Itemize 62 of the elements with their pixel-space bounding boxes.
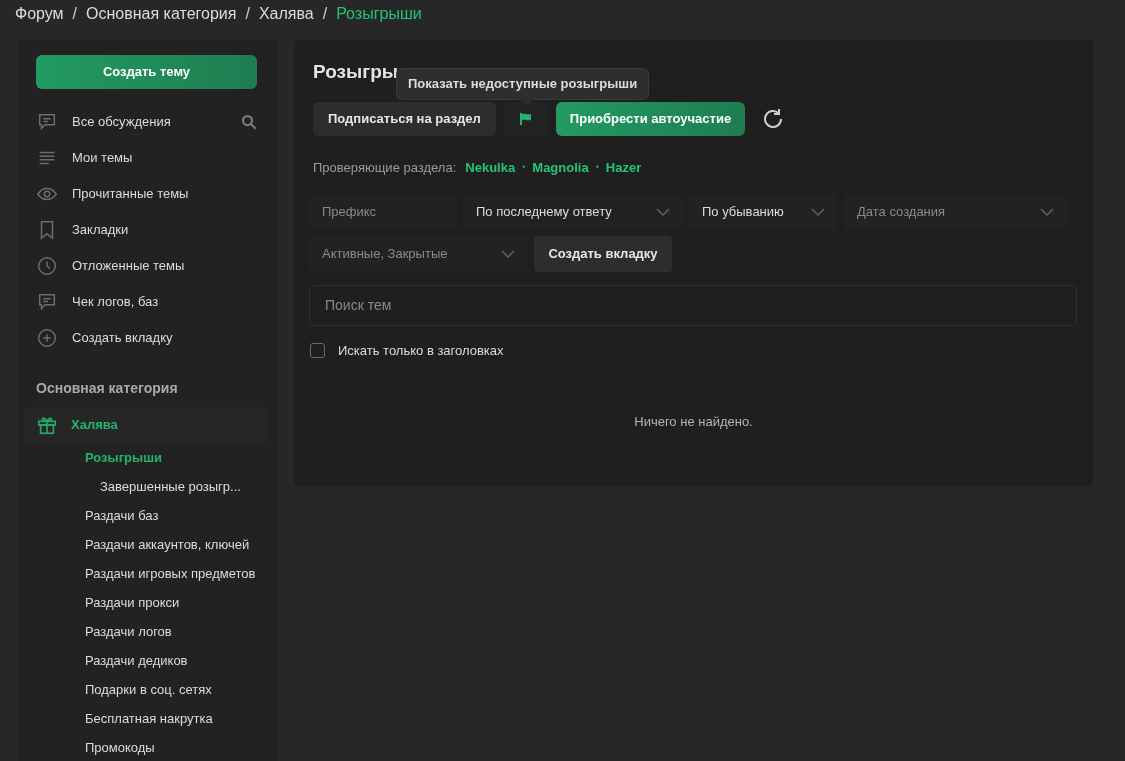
tooltip-pointer bbox=[520, 99, 534, 106]
sidebar-nav-item[interactable]: Отложенные темы bbox=[25, 248, 269, 284]
breadcrumb-separator: / bbox=[245, 4, 250, 24]
nav-item-label: Прочитанные темы bbox=[72, 185, 190, 204]
moderator-link[interactable]: Nekulka bbox=[465, 158, 516, 178]
nav-item-label: Чек логов, баз bbox=[72, 293, 160, 312]
subforum-link[interactable]: Завершенные розыгр... bbox=[25, 472, 269, 501]
create-topic-button[interactable]: Создать тему bbox=[36, 55, 257, 89]
flag-button[interactable] bbox=[503, 102, 548, 136]
moderator-link[interactable]: Hazer bbox=[605, 158, 642, 178]
breadcrumb-link[interactable]: Халява bbox=[258, 2, 314, 26]
sidebar-nav-item[interactable]: Прочитанные темы bbox=[25, 176, 269, 212]
plus-circle-icon bbox=[36, 327, 58, 349]
breadcrumb-link[interactable]: Розыгрыши bbox=[336, 2, 422, 26]
clock-icon bbox=[36, 255, 58, 277]
sidebar-nav-item[interactable]: Закладки bbox=[25, 212, 269, 248]
page-title: Розыгры bbox=[313, 59, 398, 84]
gift-icon bbox=[36, 414, 58, 436]
subforum-link[interactable]: Раздачи логов bbox=[25, 617, 269, 646]
moderator-link[interactable]: Magnolia bbox=[532, 158, 589, 178]
nav-item-label: Мои темы bbox=[72, 149, 134, 168]
chevron-down-icon bbox=[656, 207, 670, 216]
breadcrumb-separator: / bbox=[322, 4, 328, 24]
separator-dot: • bbox=[522, 161, 526, 174]
subforum-link[interactable]: Раздачи игровых предметов bbox=[25, 559, 269, 588]
search-icon[interactable] bbox=[240, 113, 258, 131]
checkbox-label: Искать только в заголовках bbox=[338, 341, 504, 360]
subscribe-button[interactable]: Подписаться на раздел bbox=[313, 102, 496, 136]
moderators-label: Проверяющие раздела: bbox=[313, 159, 457, 177]
tooltip: Показать недоступные розыгрыши bbox=[396, 68, 650, 100]
checkbox[interactable] bbox=[310, 342, 325, 358]
section-title: Основная категория bbox=[36, 379, 179, 398]
category-label: Халява bbox=[71, 416, 118, 435]
nav-item-label: Закладки bbox=[72, 221, 130, 240]
buy-autoparticipation-button[interactable]: Приобрести автоучастие bbox=[555, 102, 746, 136]
subforum-link[interactable]: Раздачи баз bbox=[25, 501, 269, 530]
chevron-down-icon bbox=[501, 249, 515, 258]
subforum-link[interactable]: Промокоды bbox=[25, 733, 269, 761]
sidebar-nav-item[interactable]: Чек логов, баз bbox=[25, 284, 269, 320]
category-item[interactable]: Халява bbox=[25, 407, 269, 443]
subforum-link[interactable]: Подарки в соц. сетях bbox=[25, 675, 269, 704]
sidebar-nav-item[interactable]: Мои темы bbox=[25, 140, 269, 176]
flag-icon bbox=[518, 112, 533, 126]
chevron-down-icon bbox=[811, 207, 825, 216]
breadcrumb-separator: / bbox=[72, 4, 78, 24]
subforum-link[interactable]: Раздачи дедиков bbox=[25, 646, 269, 675]
breadcrumb-link[interactable]: Форум bbox=[15, 2, 64, 26]
breadcrumb-link[interactable]: Основная категория bbox=[86, 2, 237, 26]
nav-item-label: Все обсуждения bbox=[72, 113, 172, 132]
separator-dot: • bbox=[595, 161, 599, 174]
subforum-link[interactable]: Раздачи прокси bbox=[25, 588, 269, 617]
nav-item-label: Создать вкладку bbox=[72, 329, 174, 348]
topic-search-field[interactable]: Поиск тем bbox=[309, 284, 1077, 326]
subforum-link[interactable]: Раздачи аккаунтов, ключей bbox=[25, 530, 269, 559]
subforum-link[interactable]: Розыгрыши bbox=[25, 443, 269, 472]
chevron-down-icon bbox=[1040, 207, 1054, 216]
nav-item-label: Отложенные темы bbox=[72, 257, 186, 276]
subforum-link[interactable]: Бесплатная накрутка bbox=[25, 704, 269, 733]
sidebar-nav-item[interactable]: Все обсуждения bbox=[25, 104, 269, 140]
empty-message: Ничего не найдено. bbox=[634, 413, 753, 431]
create-tab-button[interactable]: Создать вкладку bbox=[534, 235, 672, 272]
sidebar-nav-item[interactable]: Создать вкладку bbox=[25, 320, 269, 356]
